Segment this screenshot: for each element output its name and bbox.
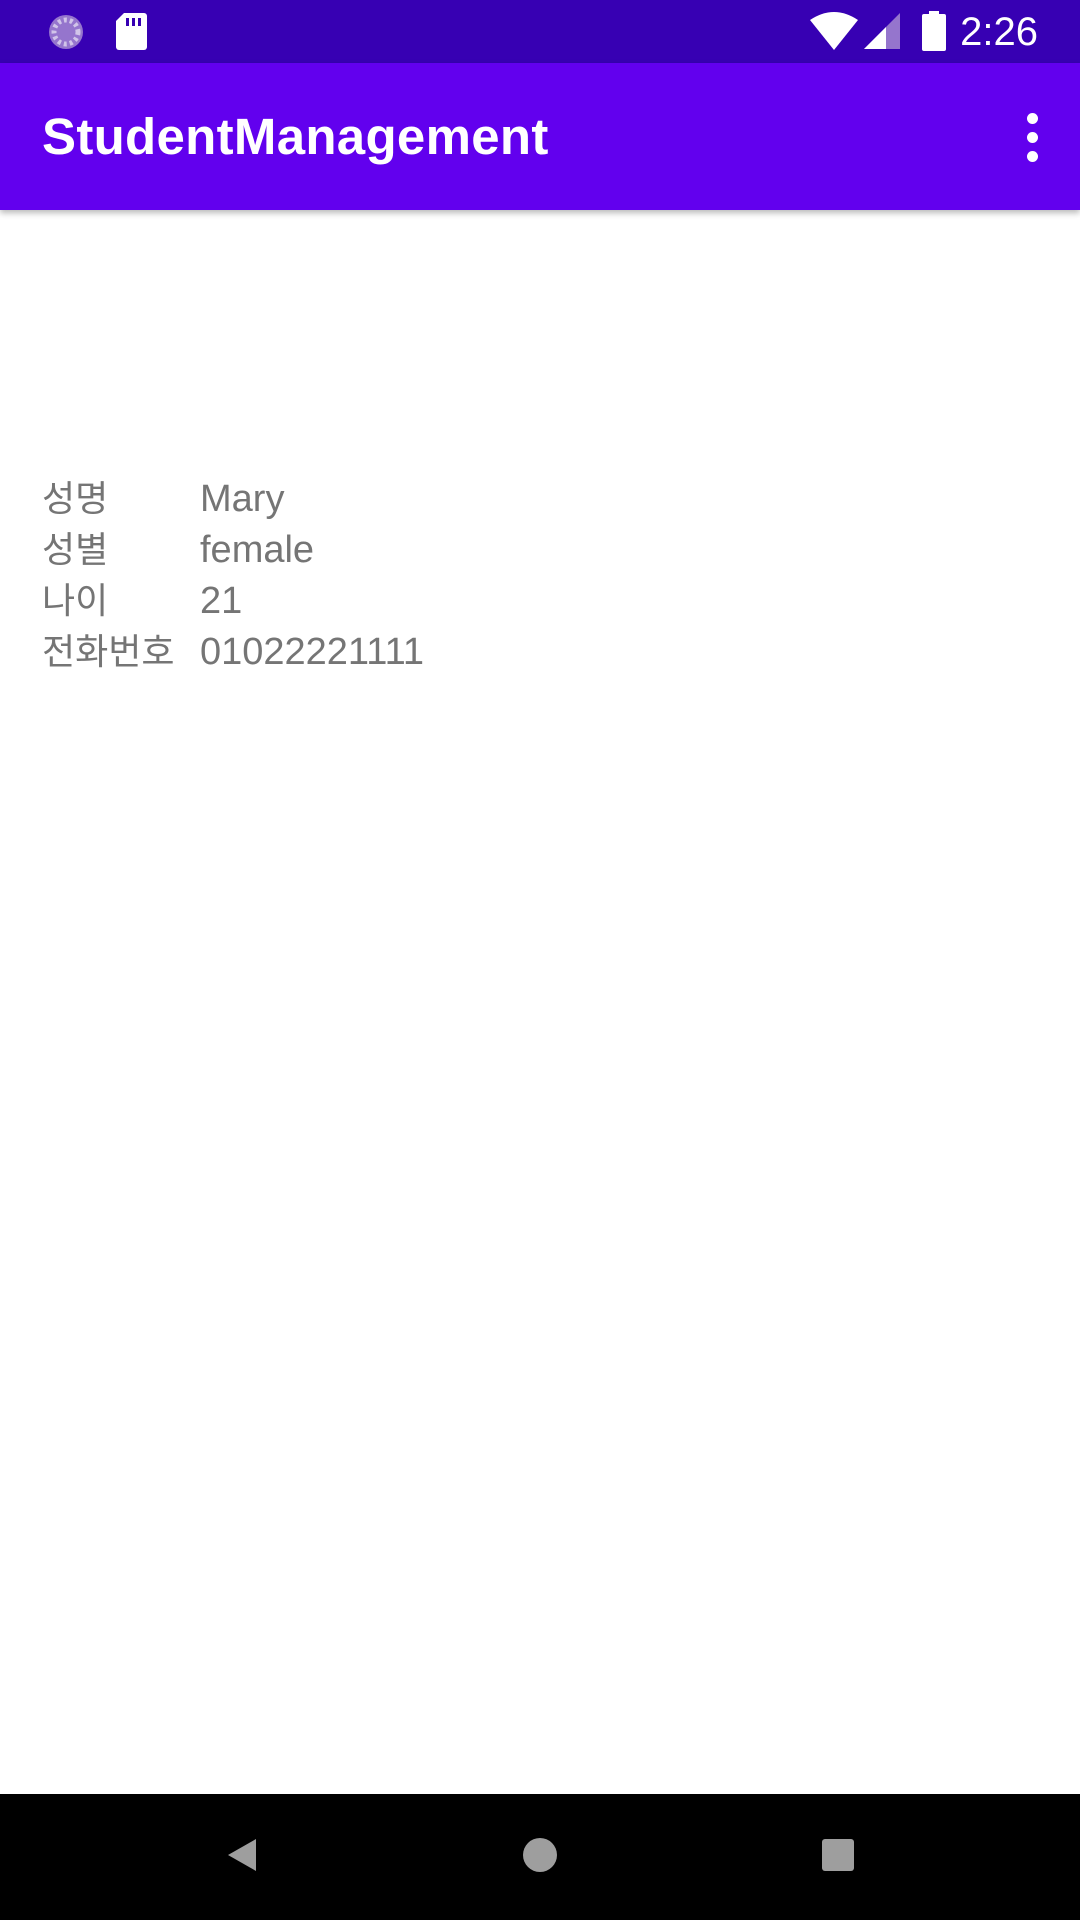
wifi-icon xyxy=(810,12,858,54)
recents-icon xyxy=(818,1835,858,1879)
phone-value: 01022221111 xyxy=(200,631,425,673)
name-value: Mary xyxy=(200,478,285,520)
screen: 2:26 StudentManagement 성명 Mary 성별 female… xyxy=(0,0,1080,1920)
gender-label: 성별 xyxy=(42,530,109,571)
back-button[interactable] xyxy=(206,1821,278,1893)
age-label: 나이 xyxy=(42,581,109,622)
recents-button[interactable] xyxy=(802,1821,874,1893)
status-time: 2:26 xyxy=(960,10,1038,54)
more-vert-icon xyxy=(1026,109,1038,166)
home-icon xyxy=(520,1835,560,1879)
more-options-button[interactable] xyxy=(996,95,1068,179)
loading-circle-icon xyxy=(46,12,86,56)
navigation-bar xyxy=(0,1794,1080,1920)
home-button[interactable] xyxy=(504,1821,576,1893)
phone-row: 전화번호 01022221111 xyxy=(42,627,424,678)
app-title: StudentManagement xyxy=(42,108,549,165)
sd-card-icon xyxy=(114,11,148,55)
age-value: 21 xyxy=(200,580,243,622)
student-details: 성명 Mary 성별 female 나이 21 전화번호 01022221111 xyxy=(42,474,424,678)
status-bar: 2:26 xyxy=(0,0,1080,63)
battery-icon xyxy=(922,11,946,55)
gender-row: 성별 female xyxy=(42,525,424,576)
age-row: 나이 21 xyxy=(42,576,424,627)
app-bar: StudentManagement xyxy=(0,63,1080,210)
name-row: 성명 Mary xyxy=(42,474,424,525)
gender-value: female xyxy=(200,529,315,571)
name-label: 성명 xyxy=(42,479,109,520)
back-icon xyxy=(222,1835,262,1879)
phone-label: 전화번호 xyxy=(42,632,175,673)
signal-icon xyxy=(864,13,900,53)
